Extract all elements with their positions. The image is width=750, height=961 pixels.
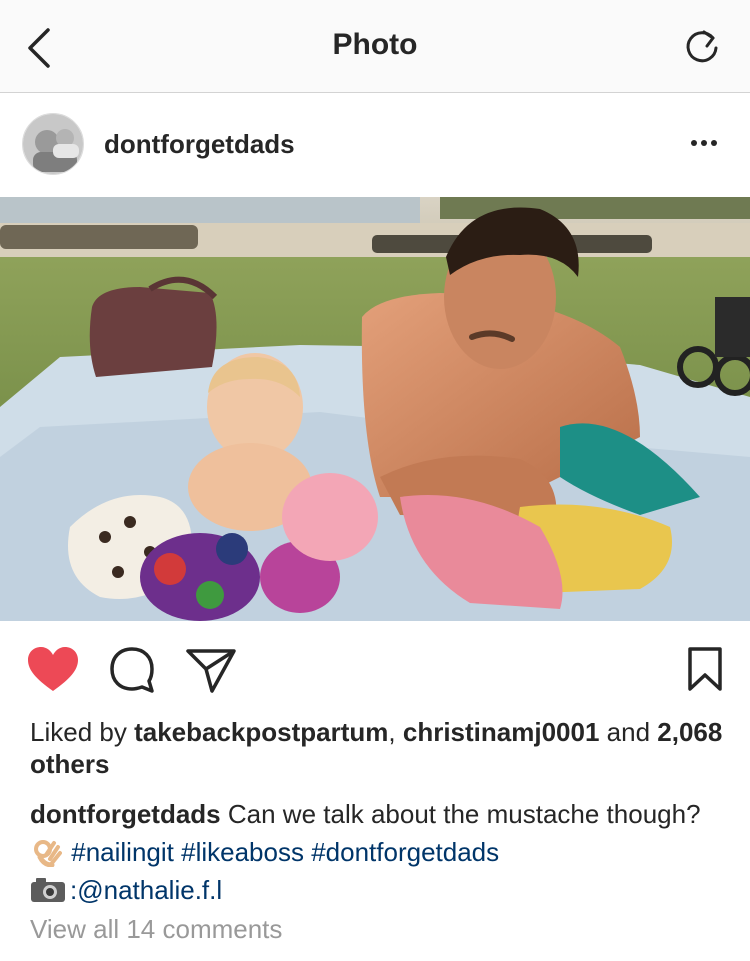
top-nav-bar: Photo — [0, 0, 750, 93]
photo-credit-mention[interactable]: :@nathalie.f.l — [70, 875, 222, 905]
likes-summary: Liked by takebackpostpartum, christinamj… — [30, 716, 730, 780]
likes-separator: , — [388, 717, 396, 747]
post-header: dontforgetdads — [0, 93, 750, 197]
hashtag-link[interactable]: #likeaboss — [181, 837, 304, 867]
likes-and: and — [606, 717, 651, 747]
caption-text: Can we talk about the mustache though? — [227, 799, 701, 829]
comment-icon[interactable] — [106, 645, 160, 695]
post-photo[interactable] — [0, 197, 750, 621]
liker-username[interactable]: takebackpostpartum — [134, 717, 388, 747]
page-title: Photo — [332, 28, 418, 61]
post-caption: dontforgetdads Can we talk about the mus… — [30, 795, 730, 909]
liker-username[interactable]: christinamj0001 — [403, 717, 600, 747]
heart-filled-icon[interactable] — [26, 645, 80, 695]
likes-prefix: Liked by — [30, 717, 127, 747]
more-horizontal-icon[interactable] — [684, 131, 724, 155]
bookmark-icon[interactable] — [680, 645, 734, 695]
post-actions — [0, 621, 750, 717]
post-username[interactable]: dontforgetdads — [104, 129, 295, 160]
avatar[interactable] — [22, 113, 84, 175]
camera-emoji — [30, 875, 66, 902]
ok-hand-emoji — [32, 837, 62, 868]
refresh-icon[interactable] — [682, 26, 722, 66]
hashtag-link[interactable]: #dontforgetdads — [311, 837, 499, 867]
hashtag-link[interactable]: #nailingit — [71, 837, 174, 867]
share-icon[interactable] — [184, 645, 238, 695]
caption-username[interactable]: dontforgetdads — [30, 799, 221, 829]
view-all-comments-link[interactable]: View all 14 comments — [30, 914, 282, 945]
